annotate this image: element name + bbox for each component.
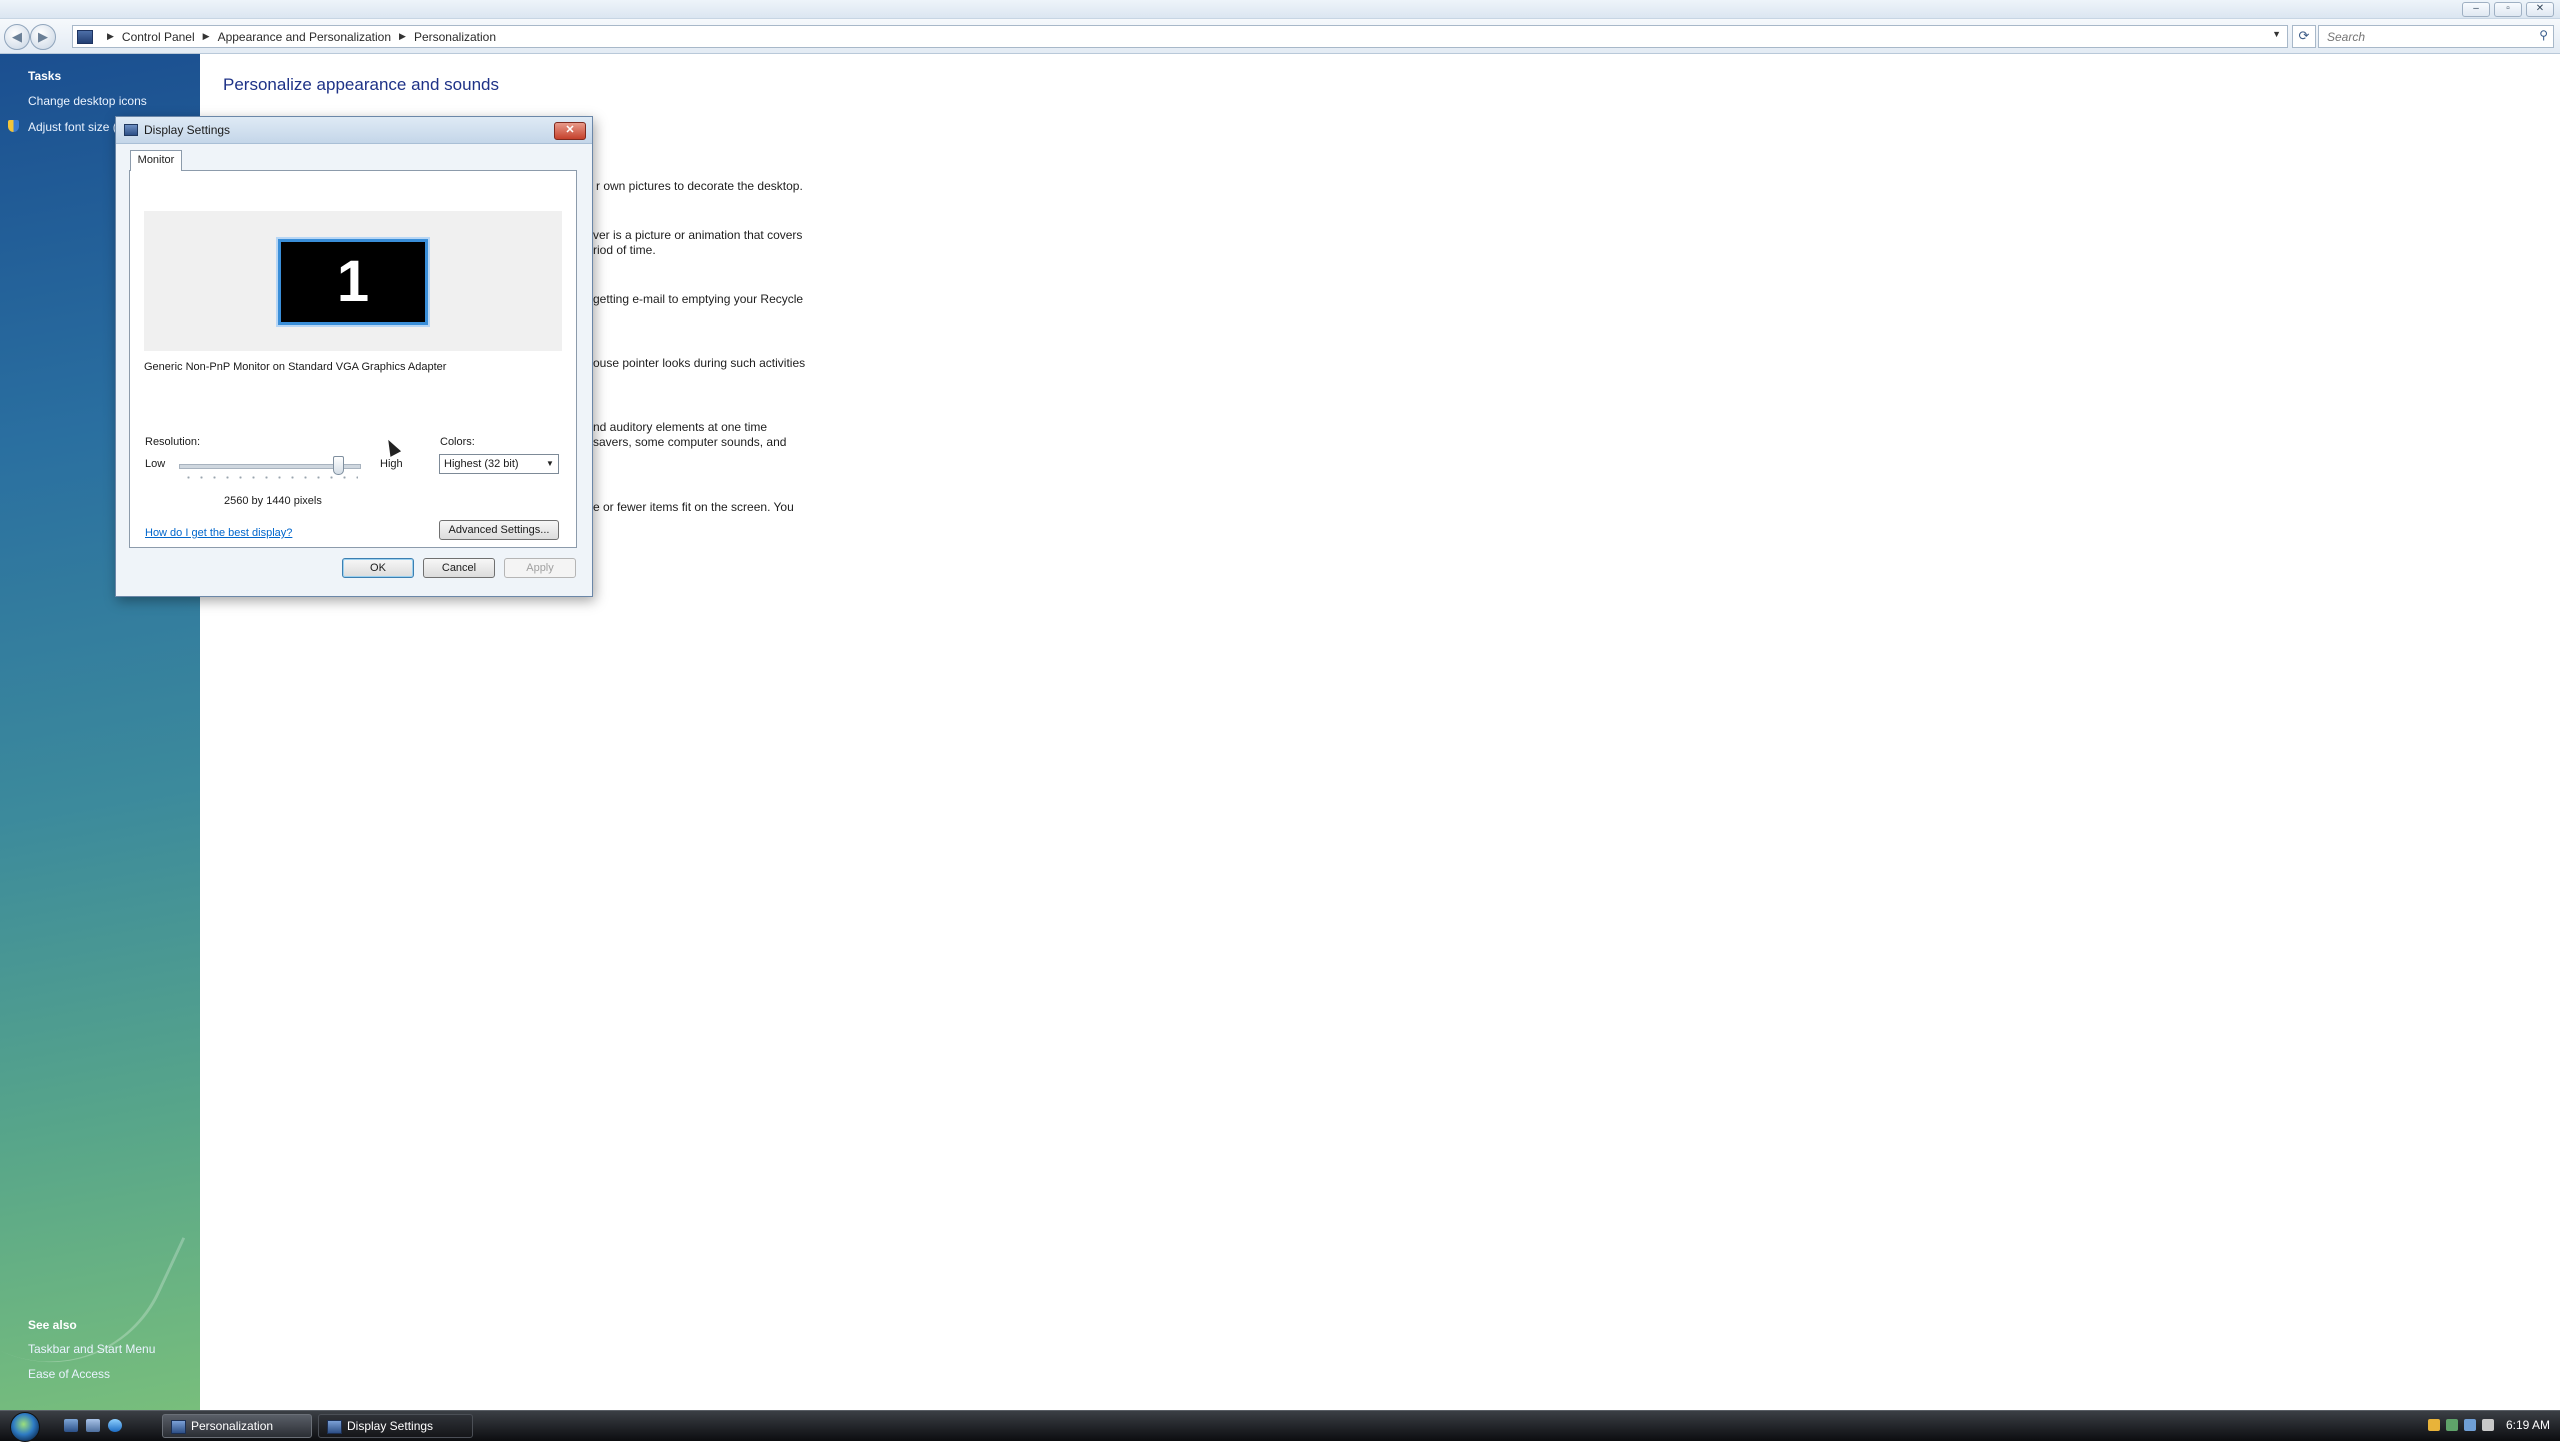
colors-select[interactable]: Highest (32 bit) ▼	[439, 454, 559, 474]
ok-button[interactable]: OK	[342, 558, 414, 578]
ease-of-access-link[interactable]: Ease of Access	[28, 1367, 110, 1381]
display-settings-icon	[124, 124, 138, 136]
tasks-heading: Tasks	[28, 69, 62, 83]
window-controls: – ▫ ✕	[2462, 2, 2554, 17]
system-tray: 6:19 AM	[2427, 1418, 2550, 1432]
back-button[interactable]: ◀	[4, 24, 30, 50]
tab-monitor[interactable]: Monitor	[130, 150, 182, 171]
description-text: getting e-mail to emptying your Recycle	[593, 292, 804, 306]
volume-icon[interactable]	[2481, 1419, 2494, 1431]
display-settings-window-icon	[327, 1420, 342, 1434]
dialog-title: Display Settings	[144, 123, 231, 137]
page-title: Personalize appearance and sounds	[223, 75, 499, 94]
colors-selected-value: Highest (32 bit)	[444, 458, 519, 470]
address-dropdown-icon[interactable]: ▼	[2272, 29, 2281, 39]
taskbar: Personalization Display Settings 6:19 AM	[0, 1410, 2560, 1442]
taskbar-item-display-settings[interactable]: Display Settings	[318, 1414, 473, 1438]
resolution-value: 2560 by 1440 pixels	[224, 495, 322, 507]
change-desktop-icons-link[interactable]: Change desktop icons	[28, 94, 147, 108]
breadcrumb-appearance[interactable]: Appearance and Personalization	[218, 30, 391, 44]
taskbar-item-label: Personalization	[191, 1419, 274, 1433]
switch-windows-icon[interactable]	[86, 1419, 100, 1432]
dialog-titlebar[interactable]: Display Settings ✕	[116, 117, 592, 144]
maximize-button[interactable]: ▫	[2494, 2, 2522, 17]
resolution-label: Resolution:	[145, 436, 201, 448]
resolution-low-label: Low	[145, 458, 166, 470]
close-button[interactable]: ✕	[2526, 2, 2554, 17]
best-display-help-link[interactable]: How do I get the best display?	[145, 527, 292, 539]
adjust-font-size-link[interactable]: Adjust font size (	[28, 120, 117, 134]
description-text: r own pictures to decorate the desktop.	[596, 179, 803, 193]
refresh-button[interactable]: ⟳	[2292, 25, 2316, 48]
resolution-slider-thumb[interactable]	[333, 456, 344, 475]
taskbar-item-label: Display Settings	[347, 1419, 434, 1433]
chevron-down-icon[interactable]: ▼	[542, 455, 558, 473]
taskbar-item-personalization[interactable]: Personalization	[162, 1414, 312, 1438]
resolution-slider-ticks	[182, 476, 358, 479]
description-text: ouse pointer looks during such activitie…	[593, 356, 806, 370]
minimize-button[interactable]: –	[2462, 2, 2490, 17]
search-box[interactable]: ⚲	[2318, 25, 2554, 48]
uac-shield-icon	[8, 120, 19, 132]
monitor-arrangement-area: 1	[144, 211, 562, 351]
search-icon[interactable]: ⚲	[2539, 28, 2548, 42]
window-titlebar: – ▫ ✕	[0, 0, 2560, 19]
apply-button[interactable]: Apply	[504, 558, 576, 578]
resolution-high-label: High	[380, 458, 403, 470]
network-icon[interactable]	[2463, 1419, 2476, 1431]
monitor-1-preview[interactable]: 1	[278, 239, 428, 325]
show-desktop-icon[interactable]	[64, 1419, 78, 1432]
personalization-window-icon	[171, 1420, 186, 1434]
monitor-description: Generic Non-PnP Monitor on Standard VGA …	[144, 361, 447, 373]
breadcrumb-chevron-icon[interactable]: ▶	[203, 31, 210, 42]
description-text: savers, some computer sounds, and	[593, 435, 787, 449]
breadcrumb-personalization[interactable]: Personalization	[414, 30, 496, 44]
description-text: ver is a picture or animation that cover…	[593, 228, 803, 242]
dialog-close-button[interactable]: ✕	[554, 122, 586, 140]
search-input[interactable]	[2325, 26, 2529, 47]
start-button[interactable]	[10, 1412, 40, 1442]
windows-update-icon[interactable]	[2445, 1419, 2458, 1431]
internet-explorer-icon[interactable]	[108, 1419, 122, 1432]
description-text: e or fewer items fit on the screen. You	[593, 500, 794, 514]
security-alert-icon[interactable]	[2427, 1419, 2440, 1431]
cancel-button[interactable]: Cancel	[423, 558, 495, 578]
taskbar-start-menu-link[interactable]: Taskbar and Start Menu	[28, 1342, 155, 1356]
breadcrumb-chevron-icon[interactable]: ▶	[399, 31, 406, 42]
colors-label: Colors:	[440, 436, 475, 448]
clock[interactable]: 6:19 AM	[2506, 1418, 2550, 1432]
forward-button[interactable]: ▶	[30, 24, 56, 50]
control-panel-icon	[77, 29, 93, 44]
address-bar[interactable]: ▶ Control Panel ▶ Appearance and Persona…	[72, 25, 2288, 48]
advanced-settings-button[interactable]: Advanced Settings...	[439, 520, 559, 540]
description-text: nd auditory elements at one time	[593, 420, 768, 434]
description-text: riod of time.	[593, 243, 656, 257]
see-also-heading: See also	[28, 1318, 77, 1332]
display-settings-dialog: Display Settings ✕ Monitor 1 Generic Non…	[115, 116, 593, 597]
breadcrumb-chevron-icon[interactable]: ▶	[107, 31, 114, 42]
monitor-tab-panel: 1 Generic Non-PnP Monitor on Standard VG…	[129, 170, 577, 548]
navigation-bar: ◀ ▶ ▶ Control Panel ▶ Appearance and Per…	[0, 19, 2560, 54]
breadcrumb-control-panel[interactable]: Control Panel	[122, 30, 195, 44]
